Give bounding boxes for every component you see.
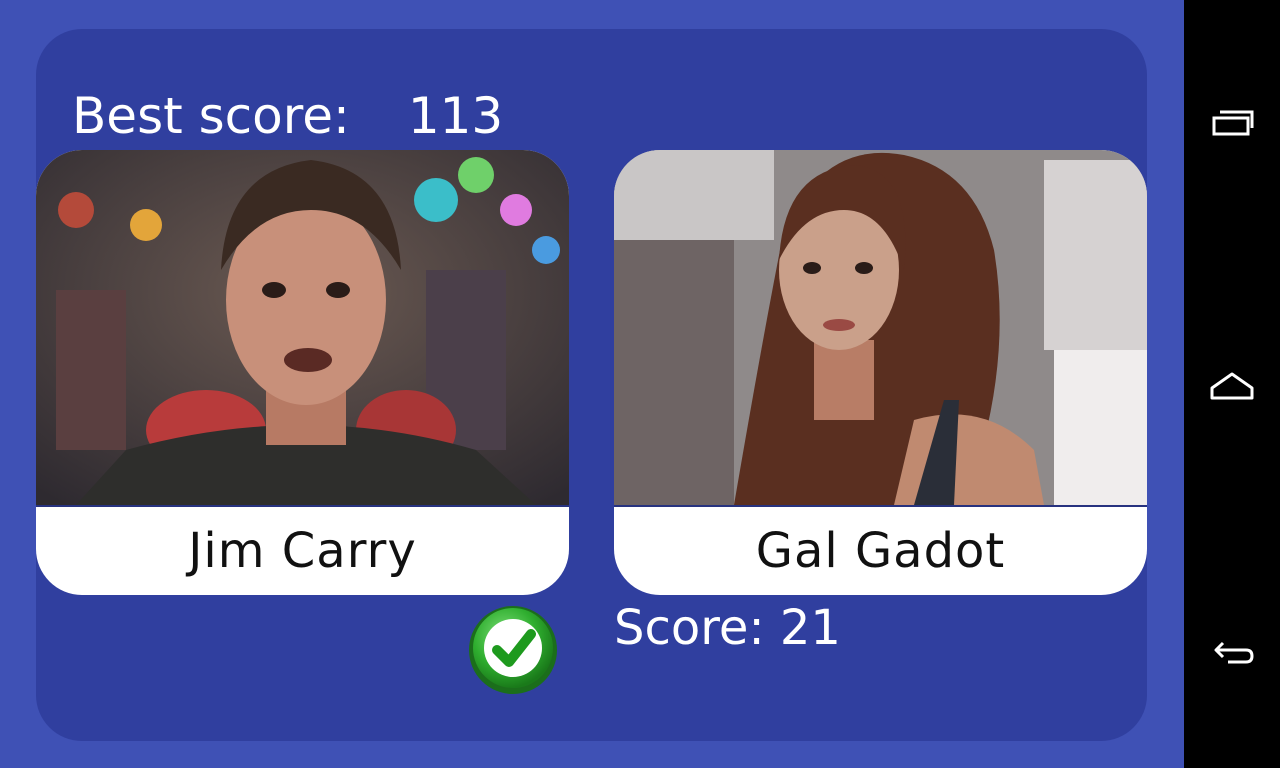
home-icon [1210,372,1254,400]
home-button[interactable] [1202,354,1262,414]
best-score-label: Best score: [72,87,350,145]
recent-apps-button[interactable] [1202,92,1262,152]
best-score-value: 113 [407,87,504,145]
recent-apps-icon [1212,110,1254,136]
celebrity-card-left[interactable]: Jim Carry [36,150,569,595]
system-navigation-bar [1184,0,1280,768]
back-button[interactable] [1202,620,1262,680]
celebrity-photo-left[interactable] [36,150,569,507]
celebrity-name-left: Jim Carry [188,523,417,579]
current-score: Score: 21 [614,600,841,656]
best-score: Best score: 113 [72,86,503,146]
celebrity-name-right: Gal Gadot [755,523,1006,579]
game-screen: Best score: 113 Jim Carry Gal Gadot Scor… [0,0,1184,768]
celebrity-photo-right[interactable] [614,150,1147,507]
portrait-photo-left [36,150,569,505]
portrait-photo-right [614,150,1147,505]
back-icon [1214,641,1254,664]
checkmark-icon [467,604,559,696]
celebrity-card-right[interactable]: Gal Gadot [614,150,1147,595]
